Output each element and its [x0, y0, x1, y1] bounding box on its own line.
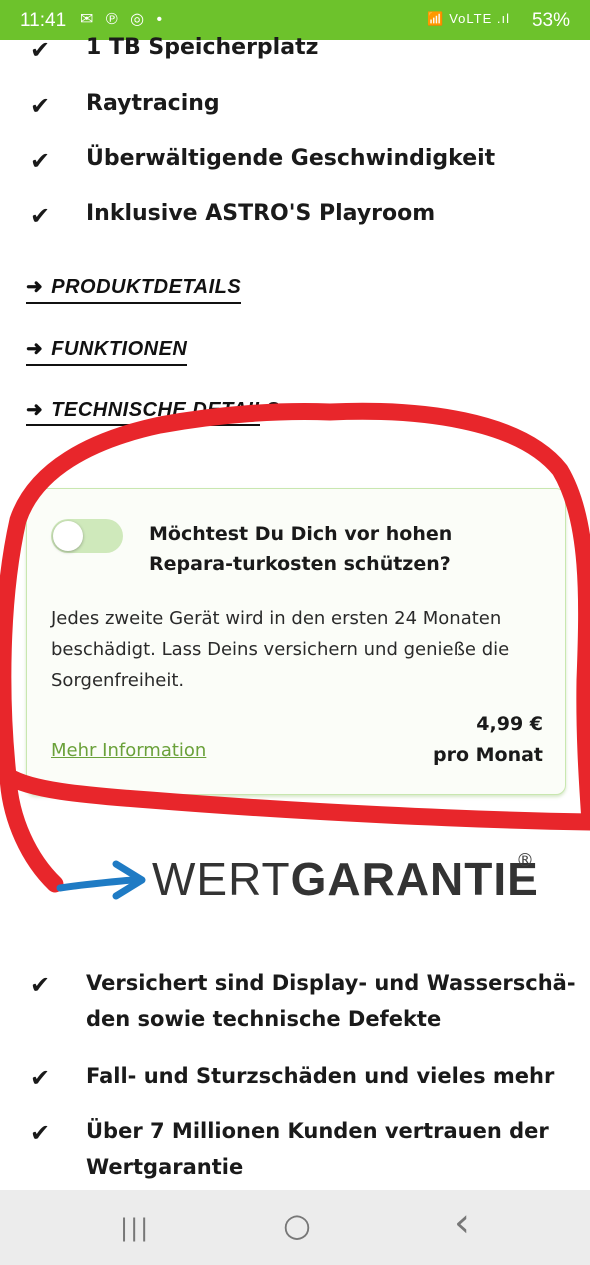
- insurance-description: Jedes zweite Gerät wird in den ersten 24…: [51, 608, 510, 691]
- signal-icon: 📶 VoLTE .ıl: [427, 11, 510, 26]
- registered-mark: ®: [516, 850, 534, 871]
- feature-line: Über 7 Millionen Kunden vertrauen der: [86, 1119, 549, 1143]
- check-icon: ✔: [30, 92, 51, 120]
- link-funktionen[interactable]: ➜ FUNKTIONEN: [26, 336, 188, 366]
- insurance-card: Möchtest Du Dich vor hohen Repara-turkos…: [26, 488, 566, 795]
- link-produktdetails[interactable]: ➜ PRODUKTDETAILS: [26, 274, 242, 304]
- recents-icon[interactable]: |||: [120, 1214, 150, 1242]
- feature-text: Über 7 Millionen Kunden vertrauen der We…: [86, 1113, 549, 1185]
- feature-text: 1 TB Speicherplatz: [86, 35, 319, 60]
- arrow-right-icon: ➜: [26, 399, 44, 421]
- arrow-right-icon: ➜: [26, 276, 44, 298]
- insurance-toggle[interactable]: [51, 519, 123, 553]
- insurance-price: 4,99 € pro Monat: [433, 709, 543, 771]
- feature-text: Überwältigende Geschwindigkeit: [86, 146, 496, 171]
- link-technische-details[interactable]: ➜ TECHNISCHE DETAILS: [26, 397, 280, 424]
- link-underline: [26, 424, 260, 426]
- wertgarantie-logo: WERTGARANTIE ®: [56, 848, 546, 910]
- feature-text: Raytracing: [86, 91, 220, 116]
- clock: 11:41: [20, 10, 67, 31]
- logo-wordmark: WERTGARANTIE: [152, 852, 539, 906]
- link-label: FUNKTIONEN: [51, 338, 188, 360]
- feature-text: Versichert sind Display- und Wasserschä-…: [86, 965, 576, 1037]
- notification-icons: ✉ ℗ ◎ •: [80, 11, 167, 28]
- price-amount: 4,99 €: [476, 713, 543, 735]
- logo-light-text: WERT: [152, 853, 291, 905]
- check-icon: ✔: [30, 1064, 51, 1092]
- logo-bold-text: GARANTIE: [290, 853, 539, 905]
- more-information-link[interactable]: Mehr Information: [51, 740, 206, 761]
- feature-line: Wertgarantie: [86, 1155, 244, 1179]
- toggle-knob: [53, 521, 83, 551]
- link-label: TECHNISCHE DETAILS: [51, 399, 280, 421]
- feature-line: den sowie technische Defekte: [86, 1007, 442, 1031]
- back-icon[interactable]: ‹: [454, 1200, 470, 1246]
- insurance-question: Möchtest Du Dich vor hohen Repara-turkos…: [149, 523, 453, 575]
- check-icon: ✔: [30, 36, 51, 64]
- navigation-bar: ||| ○ ‹: [0, 1190, 590, 1265]
- check-icon: ✔: [30, 147, 51, 175]
- feature-text: Inklusive ASTRO'S Playroom: [86, 201, 436, 226]
- link-label: PRODUKTDETAILS: [51, 276, 242, 298]
- check-icon: ✔: [30, 1119, 51, 1147]
- logo-arrow-icon: [56, 860, 146, 900]
- feature-text: Fall- und Sturzschäden und vieles mehr: [86, 1064, 555, 1088]
- battery-indicator: 53%: [531, 10, 570, 31]
- arrow-right-icon: ➜: [26, 338, 44, 360]
- price-period: pro Monat: [432, 744, 543, 766]
- home-icon[interactable]: ○: [283, 1206, 311, 1244]
- check-icon: ✔: [30, 202, 51, 230]
- feature-line: Versichert sind Display- und Wasserschä-: [86, 971, 576, 995]
- check-icon: ✔: [30, 971, 51, 999]
